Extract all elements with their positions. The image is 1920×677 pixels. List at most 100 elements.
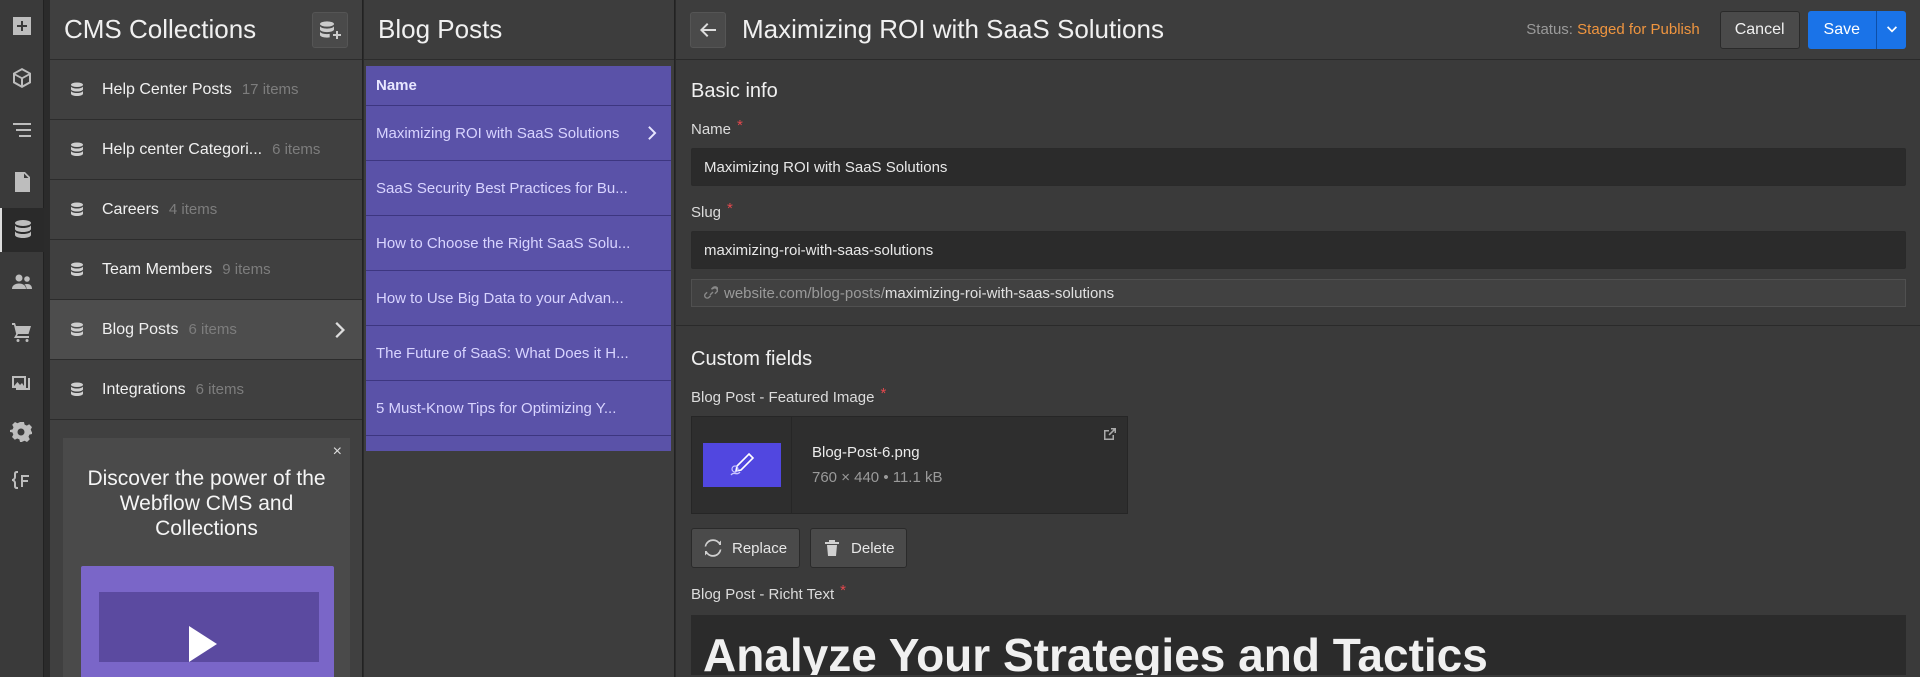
assets-icon[interactable] xyxy=(0,360,44,404)
add-icon[interactable] xyxy=(0,4,44,48)
collection-item-help-center-posts[interactable]: Help Center Posts 17 items xyxy=(50,60,362,120)
list-item[interactable]: Maximizing ROI with SaaS Solutions xyxy=(366,106,671,161)
collections-title: CMS Collections xyxy=(64,14,257,44)
name-input[interactable]: Maximizing ROI with SaaS Solutions xyxy=(691,148,1906,186)
collections-panel: CMS Collections Help Center Posts 17 ite… xyxy=(50,0,363,677)
collection-count: 6 items xyxy=(195,381,244,398)
name-label: Name xyxy=(691,121,732,138)
pages-icon[interactable] xyxy=(0,160,44,204)
icon-rail xyxy=(0,0,44,677)
list-item-label: 5 Must-Know Tips for Optimizing Y... xyxy=(376,399,617,417)
promo-video-thumbnail[interactable] xyxy=(81,566,334,677)
items-panel: Blog Posts Name Maximizing ROI with SaaS… xyxy=(364,0,675,677)
database-icon xyxy=(71,202,83,216)
status-label: Status: xyxy=(1526,21,1573,38)
replace-label: Replace xyxy=(732,539,788,557)
rich-text-label-text: Blog Post - Richt Text xyxy=(691,586,835,603)
rich-text-heading: Analyze Your Strategies and Tactics xyxy=(703,629,1488,675)
list-item[interactable]: SaaS Security Best Practices for Bu... xyxy=(366,161,671,216)
database-icon xyxy=(71,322,83,336)
item-editor: Maximizing ROI with SaaS Solutions Statu… xyxy=(676,0,1920,677)
list-item-label: How to Choose the Right SaaS Solu... xyxy=(376,234,631,252)
promo-close-button[interactable]: × xyxy=(333,444,342,460)
required-mark: * xyxy=(727,200,733,217)
status-value: Staged for Publish xyxy=(1577,21,1700,38)
video-frame-right xyxy=(209,592,319,662)
custom-fields-section: Custom fields Blog Post - Featured Image… xyxy=(676,348,1920,675)
collection-name: Team Members xyxy=(102,260,213,278)
cms-database-icon[interactable] xyxy=(0,208,44,252)
collection-count: 6 items xyxy=(188,321,237,338)
add-database-icon xyxy=(320,20,341,39)
featured-image-label: Blog Post - Featured Image * xyxy=(691,385,1905,406)
delete-button[interactable]: Delete xyxy=(810,528,908,568)
slug-input[interactable]: maximizing-roi-with-saas-solutions xyxy=(691,231,1906,269)
cms-promo-card: × Discover the power of the Webflow CMS … xyxy=(63,438,350,677)
collections-header: CMS Collections xyxy=(50,0,362,60)
image-thumbnail-wrap xyxy=(692,417,792,513)
image-thumbnail xyxy=(702,443,781,487)
collection-name: Careers xyxy=(102,200,159,218)
rich-text-label: Blog Post - Richt Text * xyxy=(691,582,1905,603)
name-field-label: Name * xyxy=(691,117,1905,138)
back-button[interactable] xyxy=(690,11,726,48)
section-divider xyxy=(676,325,1920,326)
database-icon xyxy=(71,142,83,156)
chevron-right-icon xyxy=(335,322,345,338)
refresh-icon xyxy=(704,539,722,557)
collection-item-help-center-categories[interactable]: Help center Categori... 6 items xyxy=(50,120,362,180)
chevron-down-icon xyxy=(1886,25,1897,32)
featured-image-card[interactable]: Blog-Post-6.png 760 × 440 • 11.1 kB xyxy=(691,416,1128,514)
settings-icon[interactable] xyxy=(0,410,44,454)
basic-info-section: Basic info Name * Maximizing ROI with Saa… xyxy=(676,80,1920,307)
item-title: Maximizing ROI with SaaS Solutions xyxy=(742,14,1164,44)
list-item[interactable]: The Future of SaaS: What Does it H... xyxy=(366,326,671,381)
navigator-icon[interactable] xyxy=(0,108,44,152)
ecommerce-cart-icon[interactable] xyxy=(0,310,44,354)
image-actions: Replace Delete xyxy=(691,528,1905,568)
database-icon xyxy=(71,262,83,276)
add-collection-button[interactable] xyxy=(312,11,348,48)
collection-item-careers[interactable]: Careers 4 items xyxy=(50,180,362,240)
chevron-right-icon xyxy=(648,126,657,140)
list-item[interactable]: 5 Must-Know Tips for Optimizing Y... xyxy=(366,381,671,436)
required-mark: * xyxy=(737,117,743,134)
database-icon xyxy=(71,382,83,396)
list-item-label: The Future of SaaS: What Does it H... xyxy=(376,344,629,362)
play-icon[interactable] xyxy=(189,626,217,662)
box-icon[interactable] xyxy=(0,56,44,100)
trash-icon xyxy=(825,540,840,556)
required-mark: * xyxy=(840,582,846,599)
slug-url-preview: website.com/blog-posts/maximizing-roi-wi… xyxy=(691,279,1906,307)
external-link-icon[interactable] xyxy=(1103,427,1117,441)
promo-title: Discover the power of the Webflow CMS an… xyxy=(87,467,326,540)
cancel-button[interactable]: Cancel xyxy=(1719,10,1800,49)
code-icon[interactable] xyxy=(0,458,44,502)
image-meta: Blog-Post-6.png 760 × 440 • 11.1 kB xyxy=(792,444,943,486)
save-button[interactable]: Save xyxy=(1807,10,1876,49)
rich-text-editor[interactable]: Analyze Your Strategies and Tactics xyxy=(691,615,1906,675)
collection-item-team-members[interactable]: Team Members 9 items xyxy=(50,240,362,300)
featured-image-label-text: Blog Post - Featured Image xyxy=(691,389,875,406)
collection-item-integrations[interactable]: Integrations 6 items xyxy=(50,360,362,420)
list-item[interactable]: How to Use Big Data to your Advan... xyxy=(366,271,671,326)
status-indicator: Status: Staged for Publish xyxy=(1526,21,1699,38)
editor-header: Maximizing ROI with SaaS Solutions Statu… xyxy=(676,0,1920,60)
list-item-label: How to Use Big Data to your Advan... xyxy=(376,289,624,307)
users-icon[interactable] xyxy=(0,260,44,304)
image-filename: Blog-Post-6.png xyxy=(812,444,920,461)
replace-button[interactable]: Replace xyxy=(691,528,801,568)
list-item-label: SaaS Security Best Practices for Bu... xyxy=(376,179,628,197)
collection-count: 6 items xyxy=(272,141,321,158)
column-header-name[interactable]: Name xyxy=(366,66,671,106)
list-item-label: Maximizing ROI with SaaS Solutions xyxy=(376,124,620,142)
url-prefix: website.com/blog-posts/ xyxy=(724,284,885,302)
database-icon xyxy=(71,82,83,96)
pen-illustration-icon xyxy=(729,452,754,476)
save-options-button[interactable] xyxy=(1876,10,1906,49)
collection-item-blog-posts[interactable]: Blog Posts 6 items xyxy=(50,300,362,360)
link-icon xyxy=(704,286,718,299)
list-item[interactable]: How to Choose the Right SaaS Solu... xyxy=(366,216,671,271)
collection-count: 9 items xyxy=(222,261,271,278)
collection-name: Help center Categori... xyxy=(102,140,263,158)
